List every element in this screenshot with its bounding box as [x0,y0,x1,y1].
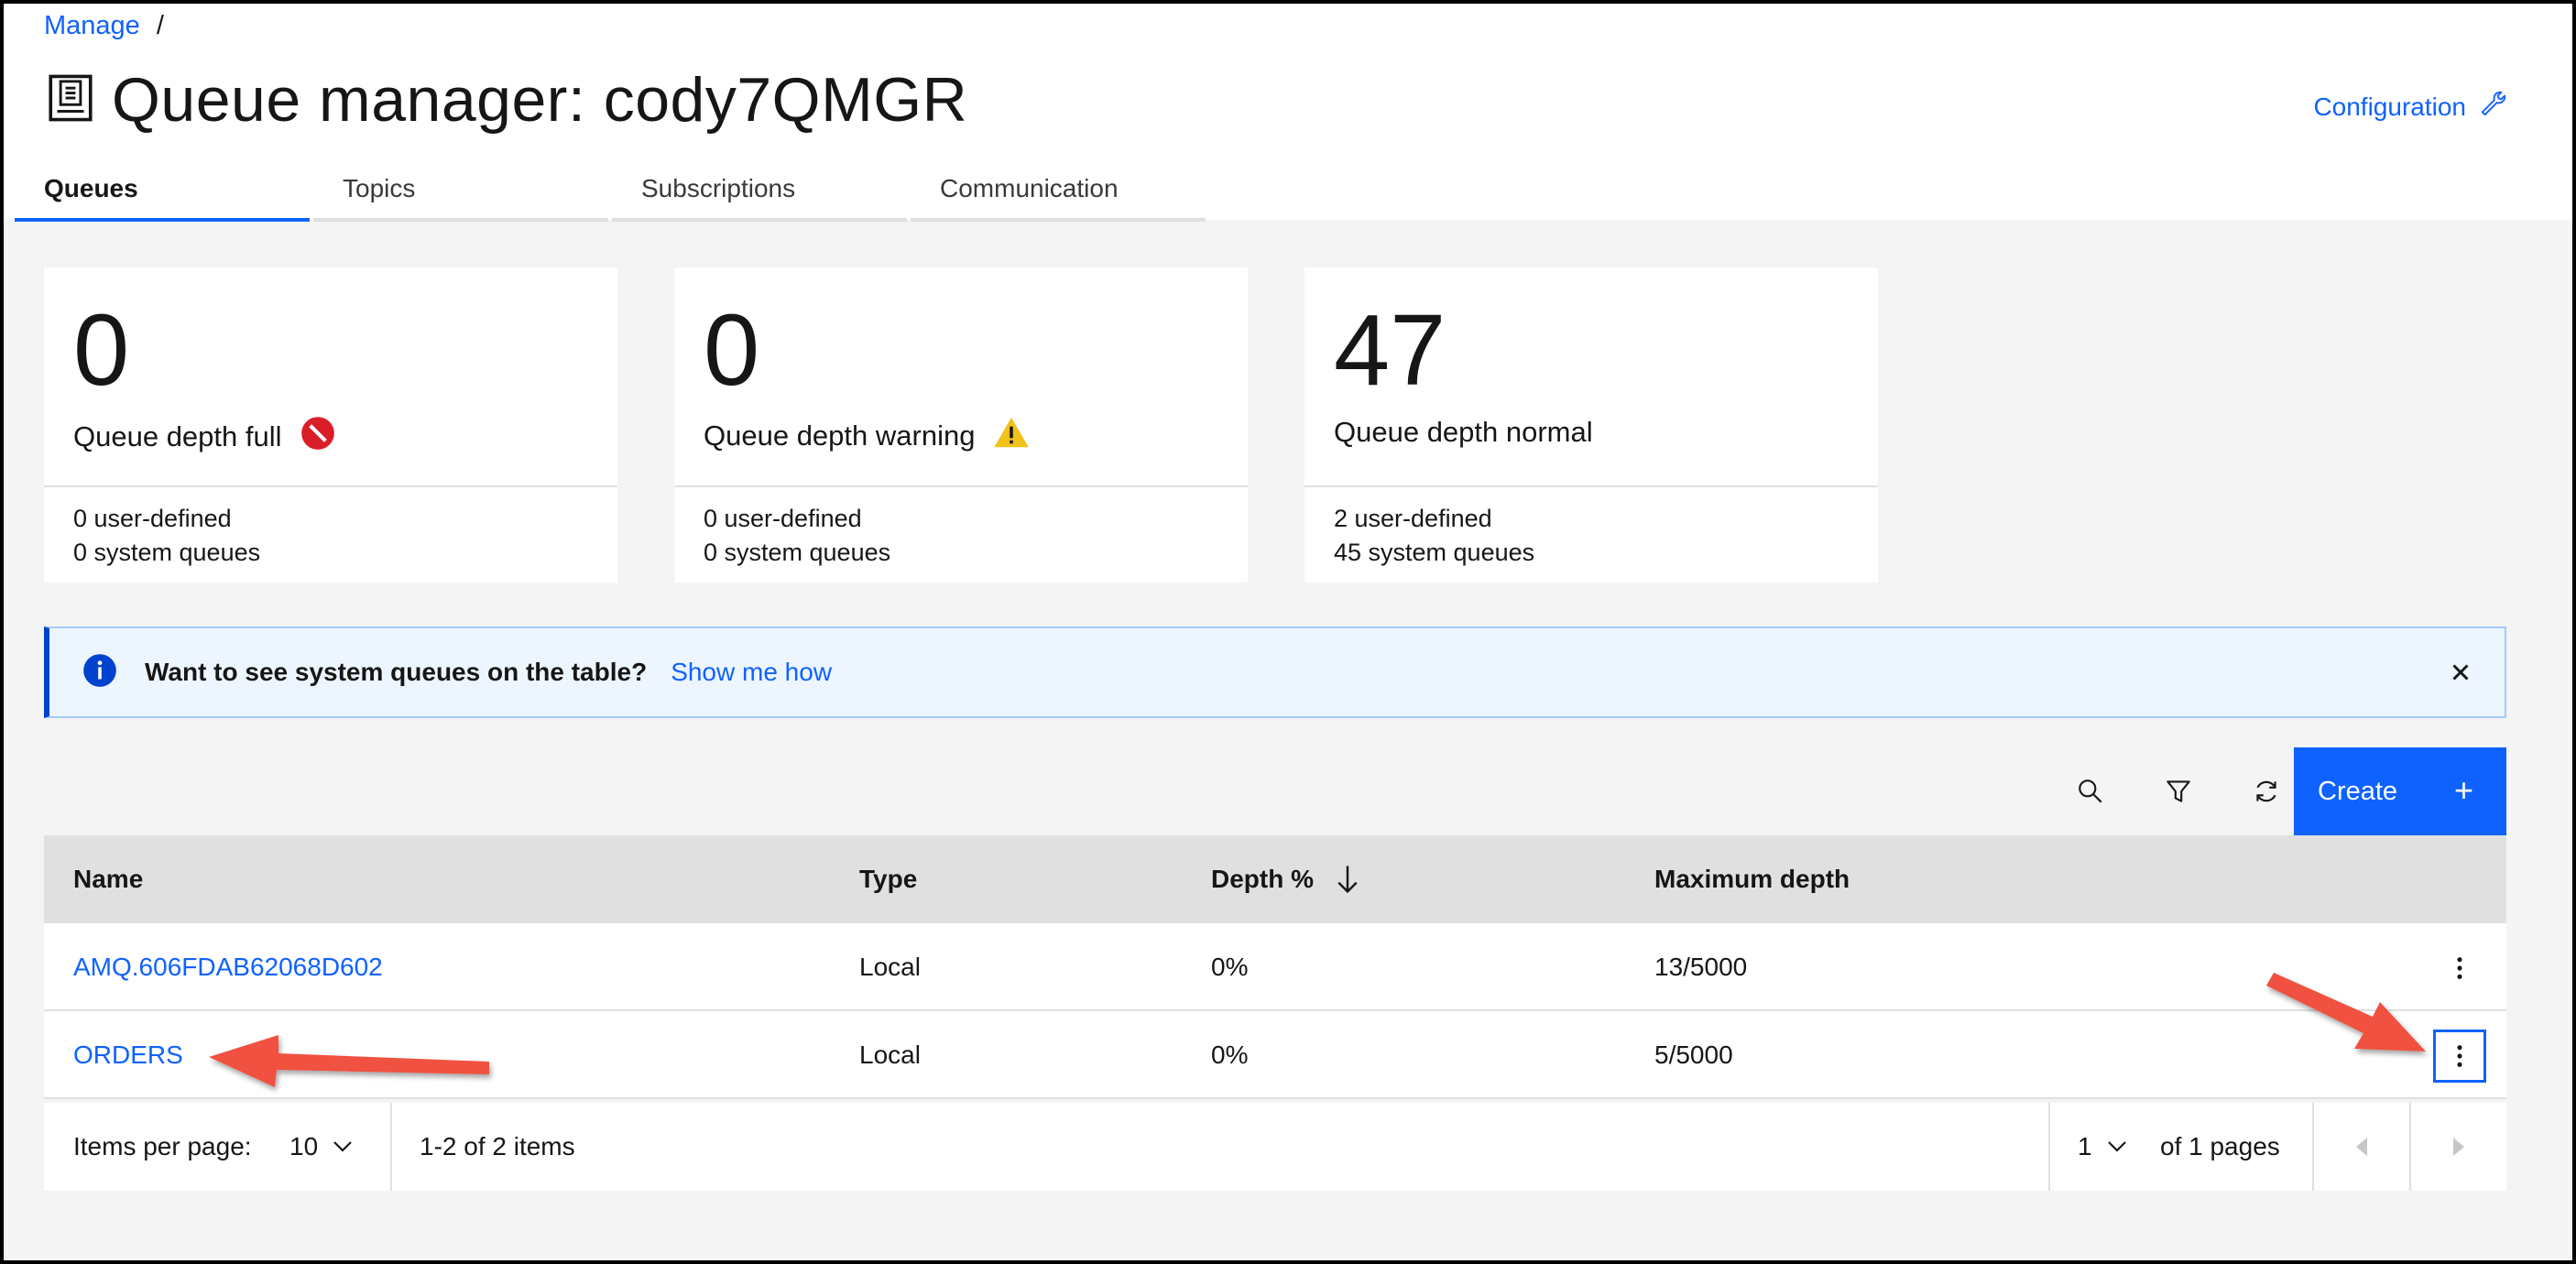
column-header-name[interactable]: Name [73,835,143,923]
info-icon [82,653,117,692]
tab-list: Queues Topics Subscriptions Communicatio… [15,159,1206,222]
queue-type: Local [859,1041,921,1069]
tab-topics[interactable]: Topics [313,159,608,222]
configuration-label: Configuration [2313,92,2466,121]
card-breakdown: 0 user-defined 0 system queues [73,502,260,570]
search-icon[interactable] [2068,769,2112,813]
queues-table: Name Type Depth % Maximum depth AMQ.606F… [44,835,2506,1099]
page-header: Manage / Queue manager: cody7QMGR Config… [4,4,2572,222]
page-title: Queue manager: cody7QMGR [112,65,968,135]
next-page-button[interactable] [2411,1103,2506,1191]
card-breakdown: 2 user-defined 45 system queues [1334,502,1534,570]
card-depth-full: 0 Queue depth full 0 user-defined 0 syst… [44,267,617,583]
card-system-queues: 45 system queues [1334,539,1535,566]
column-header-type[interactable]: Type [859,835,917,923]
card-user-defined: 0 user-defined [704,505,862,532]
card-divider [674,485,1248,487]
card-label: Queue depth warning [704,420,976,452]
column-header-max-depth[interactable]: Maximum depth [1654,835,1850,923]
queue-depth: 0% [1211,1041,1249,1069]
chevron-down-icon [2107,1140,2127,1153]
card-divider [1304,485,1878,487]
column-header-depth[interactable]: Depth % [1211,835,1361,923]
card-count: 0 [704,294,760,407]
card-depth-warning: 0 Queue depth warning 0 user-defined 0 s… [674,267,1248,583]
queue-type: Local [859,953,921,981]
overflow-menu-button[interactable] [2433,942,2486,995]
add-icon: + [2453,771,2473,809]
overflow-menu-icon [2457,957,2462,979]
queue-max-depth: 5/5000 [1654,1041,1733,1069]
table-header: Name Type Depth % Maximum depth [44,835,2506,923]
show-me-how-link[interactable]: Show me how [671,658,832,687]
pagination: Items per page: 10 1-2 of 2 items 1 of 1… [44,1103,2506,1191]
caret-right-icon [2453,1138,2464,1156]
table-toolbar: Create + [44,747,2506,835]
create-button-label: Create [2318,776,2398,806]
page-value: 1 [2078,1132,2092,1160]
filter-icon[interactable] [2156,769,2200,813]
card-label-row: Queue depth warning [704,416,1030,456]
table-row: ORDERS Local 0% 5/5000 [44,1011,2506,1099]
chevron-down-icon [333,1140,353,1153]
items-per-page-select[interactable]: 10 [289,1103,353,1191]
card-system-queues: 0 system queues [704,539,891,566]
wrench-icon [2479,90,2506,124]
pager-divider [390,1103,392,1191]
previous-page-button[interactable] [2314,1103,2409,1191]
card-count: 0 [73,294,130,407]
column-header-depth-label: Depth % [1211,865,1314,893]
queue-name-link[interactable]: AMQ.606FDAB62068D602 [73,923,383,1011]
breadcrumb: Manage / [44,11,164,41]
breadcrumb-manage-link[interactable]: Manage [44,11,140,41]
configuration-link[interactable]: Configuration [2313,90,2506,124]
pager-divider [2048,1103,2050,1191]
card-user-defined: 2 user-defined [1334,505,1492,532]
caret-left-icon [2356,1138,2367,1156]
items-per-page-value: 10 [289,1132,319,1160]
card-label: Queue depth full [73,420,282,452]
arrow-down-icon [1334,864,1361,895]
card-label-row: Queue depth full [73,416,335,458]
app-frame: Manage / Queue manager: cody7QMGR Config… [0,0,2576,1264]
title-row: Queue manager: cody7QMGR [44,64,967,136]
create-button[interactable]: Create + [2294,747,2506,835]
blocked-icon [300,416,335,458]
card-system-queues: 0 system queues [73,539,261,566]
overflow-menu-icon [2457,1045,2462,1067]
info-notification: Want to see system queues on the table? … [44,627,2506,718]
card-count: 47 [1334,294,1446,407]
card-divider [44,485,617,487]
queue-name-link[interactable]: ORDERS [73,1011,183,1099]
refresh-icon[interactable] [2244,769,2288,813]
tab-communication[interactable]: Communication [911,159,1206,222]
queue-max-depth: 13/5000 [1654,953,1748,981]
queue-depth: 0% [1211,953,1249,981]
card-depth-normal: 47 Queue depth normal 2 user-defined 45 … [1304,267,1878,583]
table-row: AMQ.606FDAB62068D602 Local 0% 13/5000 [44,923,2506,1011]
total-pages: of 1 pages [2160,1132,2280,1160]
notification-message: Want to see system queues on the table? [145,658,648,686]
card-user-defined: 0 user-defined [73,505,232,532]
items-per-page-label: Items per page: [73,1132,252,1160]
card-breakdown: 0 user-defined 0 system queues [704,502,890,570]
warning-icon [993,416,1030,456]
page-select[interactable]: 1 [2078,1103,2127,1191]
close-icon[interactable] [2442,654,2479,695]
tab-subscriptions[interactable]: Subscriptions [612,159,907,222]
tab-queues[interactable]: Queues [15,159,310,222]
overflow-menu-button[interactable] [2433,1030,2486,1083]
item-range: 1-2 of 2 items [420,1132,575,1160]
queue-manager-icon [44,71,97,129]
card-label-row: Queue depth normal [1334,416,1593,449]
card-label: Queue depth normal [1334,416,1593,448]
breadcrumb-separator: / [156,11,164,40]
